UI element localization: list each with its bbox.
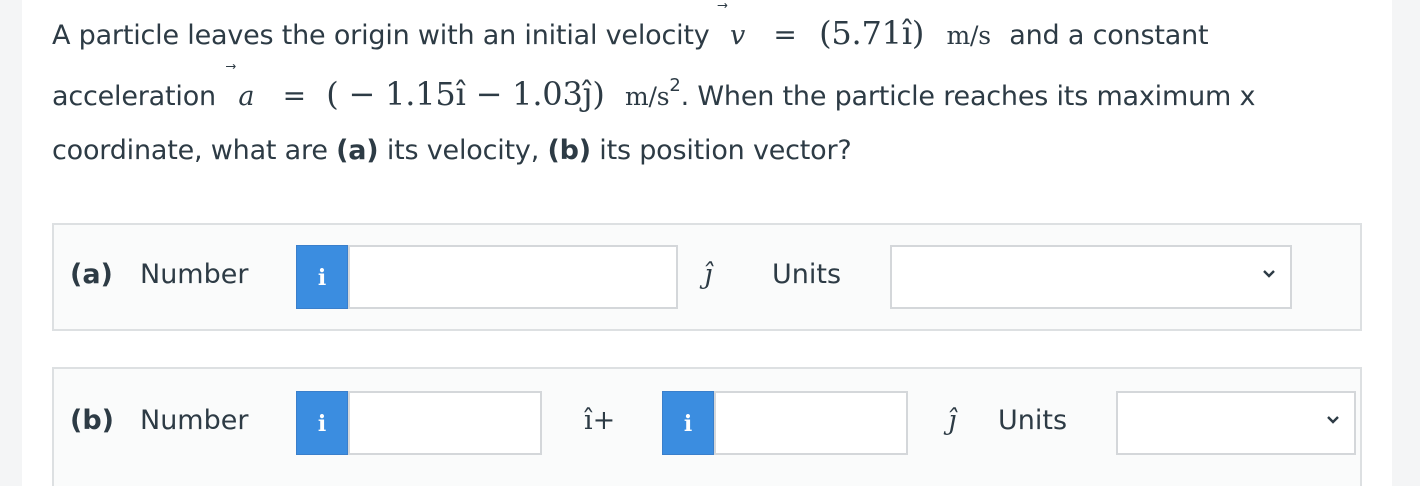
acceleration-unit: m/s (625, 82, 670, 111)
chevron-down-icon (1263, 270, 1275, 278)
part-a-number-input[interactable] (348, 245, 678, 309)
j-hat-unit-vector: ĵ (704, 259, 713, 290)
info-icon[interactable]: i (296, 391, 348, 455)
question-text-part: . When the particle reaches its maximum … (680, 81, 1256, 112)
question-text-part: coordinate, what are (52, 135, 328, 166)
part-b-i-component-input[interactable] (348, 391, 542, 455)
chevron-down-icon (1327, 416, 1339, 424)
question-text-part: acceleration (52, 81, 216, 112)
question-text-part: its velocity, (386, 135, 540, 166)
question-line-3: coordinate, what are (a) its velocity, (… (52, 124, 1372, 178)
question-line-2: acceleration ⃗a = ( − 1.15î − 1.03ĵ) m/s… (52, 62, 1372, 124)
question-line-1: A particle leaves the origin with an ini… (52, 1, 1372, 63)
answer-panel-b: (b) Number i î+ i ĵ Units (52, 367, 1362, 486)
i-hat-plus: î+ (584, 405, 616, 436)
velocity-unit: m/s (946, 21, 992, 50)
part-b-units-label: Units (998, 405, 1068, 436)
equals-sign: = (773, 18, 797, 51)
equals-sign: = (282, 79, 306, 112)
part-a-label: (a) (70, 259, 113, 290)
info-icon[interactable]: i (662, 391, 714, 455)
part-a-units-select[interactable] (890, 245, 1292, 309)
acceleration-unit-exponent: 2 (669, 75, 681, 96)
part-b-tag: (b) (547, 135, 591, 166)
info-icon[interactable]: i (296, 245, 348, 309)
acceleration-value: ( − 1.15î − 1.03ĵ) (326, 75, 605, 113)
part-a-units-label: Units (772, 259, 842, 290)
question-text-part: its position vector? (599, 135, 852, 166)
answer-panel-a: (a) Number i ĵ Units (52, 223, 1362, 331)
part-a-tag: (a) (336, 135, 379, 166)
velocity-value: (5.71î) (819, 14, 925, 52)
velocity-vector-symbol: ⃗v (728, 1, 746, 51)
question-text: A particle leaves the origin with an ini… (52, 1, 1372, 178)
question-page: A particle leaves the origin with an ini… (22, 0, 1392, 486)
part-a-number-label: Number (140, 259, 249, 290)
part-b-j-component-input[interactable] (714, 391, 908, 455)
acceleration-vector-symbol: ⃗a (236, 62, 255, 112)
part-b-units-select[interactable] (1116, 391, 1356, 455)
j-hat-unit-vector: ĵ (948, 405, 957, 436)
question-text-part: and a constant (1009, 20, 1209, 51)
question-text-part: A particle leaves the origin with an ini… (52, 20, 710, 51)
part-b-number-label: Number (140, 405, 249, 436)
part-b-label: (b) (70, 405, 115, 436)
